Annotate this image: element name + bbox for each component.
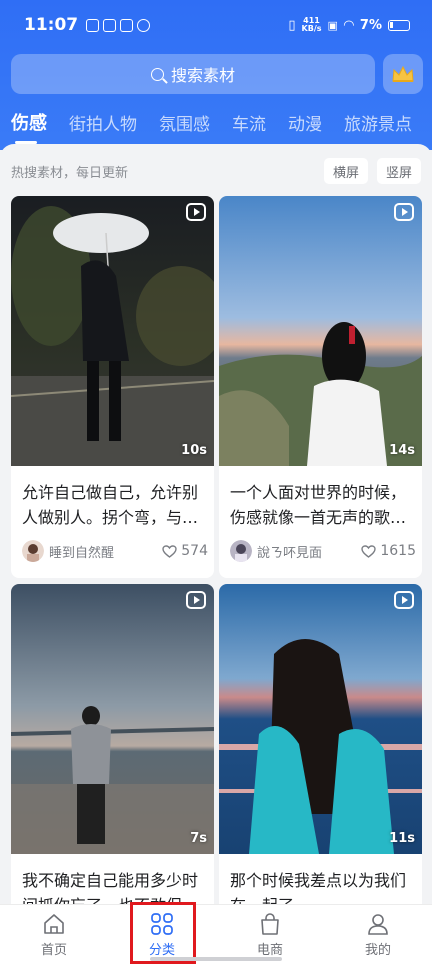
status-bar: 11:07 ▯ 411 KB/s ▣ ◠ 7% (0, 0, 432, 50)
nav-profile-label: 我的 (364, 942, 391, 958)
card-title: 允许自己做自己，允许别人做别人。拐个弯，与… (22, 483, 199, 527)
profile-icon (368, 913, 388, 935)
video-icon (186, 203, 206, 221)
link-notification-icon (137, 18, 151, 32)
tab-anime[interactable]: 动漫 (288, 110, 322, 135)
battery-icon (388, 19, 410, 31)
video-card[interactable]: 14s 一个人面对世界的时候，伤感就像一首无声的歌… 說ㄋ吥見面 1615 (219, 196, 422, 578)
nav-home-label: 首页 (40, 942, 67, 958)
subheader: 热搜素材，每日更新 横屏 竖屏 (11, 158, 421, 184)
video-duration: 10s (181, 443, 207, 458)
video-thumbnail: 7s (11, 584, 214, 854)
nav-profile[interactable]: 我的 (324, 905, 432, 964)
video-icon (394, 203, 414, 221)
video-icon (186, 591, 206, 609)
search-input[interactable]: 搜索素材 (11, 54, 375, 94)
heart-icon (162, 544, 177, 558)
search-icon (150, 67, 164, 81)
avatar (230, 540, 252, 562)
card-meta: 睡到自然醒 574 (22, 539, 208, 563)
video-duration: 14s (389, 443, 415, 458)
video-card[interactable]: 10s 允许自己做自己，允许别人做别人。拐个弯，与… 睡到自然醒 574 (11, 196, 214, 578)
tiktok-notification-icon (86, 18, 100, 32)
shopping-bag-icon (261, 912, 279, 935)
landscape-filter-button[interactable]: 横屏 (323, 158, 368, 184)
video-duration: 11s (389, 831, 415, 846)
tab-shanggan[interactable]: 伤感 (11, 109, 47, 144)
tab-street-portrait[interactable]: 街拍人物 (69, 110, 137, 135)
hot-search-hint: 热搜素材，每日更新 (11, 165, 129, 181)
wifi-icon: ◠ (343, 17, 354, 33)
like-count[interactable]: 574 (162, 543, 208, 559)
video-thumbnail: 14s (219, 196, 422, 466)
card-meta: 說ㄋ吥見面 1615 (230, 539, 416, 563)
content-area: 热搜素材，每日更新 横屏 竖屏 10s 允许自己做自己，允许别人做别人。拐个弯，… (0, 144, 432, 904)
crown-icon (392, 65, 414, 82)
video-icon (394, 591, 414, 609)
header: 11:07 ▯ 411 KB/s ▣ ◠ 7% 搜索素材 伤感 街拍人物 氛围感… (0, 0, 432, 150)
video-thumbnail: 11s (219, 584, 422, 854)
bottom-nav: 首页 分类 电商 我的 (0, 904, 432, 964)
nav-shop[interactable]: 电商 (216, 905, 324, 964)
tab-traffic[interactable]: 车流 (232, 110, 266, 135)
card-title: 一个人面对世界的时候，伤感就像一首无声的歌… (230, 483, 407, 527)
sim-icon: ▣ (327, 18, 338, 32)
video-card[interactable]: 11s 那个时候我差点以为我们在一起了 (219, 584, 422, 904)
tab-travel[interactable]: 旅游景点 (344, 110, 412, 135)
battery-percent: 7% (359, 17, 382, 33)
nav-shop-label: 电商 (256, 942, 283, 958)
vip-button[interactable] (383, 54, 423, 94)
video-duration: 7s (190, 831, 207, 846)
home-indicator (150, 957, 282, 961)
category-grid-icon (151, 912, 173, 935)
nav-category-label: 分类 (148, 942, 175, 958)
network-speed: 411 KB/s (301, 16, 322, 33)
vibrate-icon: ▯ (288, 17, 296, 33)
portrait-filter-button[interactable]: 竖屏 (376, 158, 421, 184)
card-title: 那个时候我差点以为我们在一起了 (230, 871, 407, 904)
heart-icon (361, 544, 377, 558)
video-thumbnail: 10s (11, 196, 214, 466)
calendar-notification-icon (120, 18, 134, 32)
home-icon (44, 913, 64, 934)
app-notification-icon (103, 18, 117, 32)
tab-atmosphere[interactable]: 氛围感 (159, 110, 210, 135)
status-time: 11:07 (24, 15, 79, 35)
card-title: 我不确定自己能用多少时间抓你忘了，也不敢保 (22, 871, 199, 904)
like-count[interactable]: 1615 (361, 543, 416, 559)
author-name: 睡到自然醒 (49, 545, 115, 561)
nav-home[interactable]: 首页 (0, 905, 108, 964)
category-tabs: 伤感 街拍人物 氛围感 车流 动漫 旅游景点 视 (0, 100, 432, 144)
video-card[interactable]: 7s 我不确定自己能用多少时间抓你忘了，也不敢保 (11, 584, 214, 904)
nav-category[interactable]: 分类 (108, 905, 216, 964)
author-name: 說ㄋ吥見面 (257, 545, 323, 561)
search-placeholder: 搜索素材 (170, 66, 235, 85)
avatar (22, 540, 44, 562)
